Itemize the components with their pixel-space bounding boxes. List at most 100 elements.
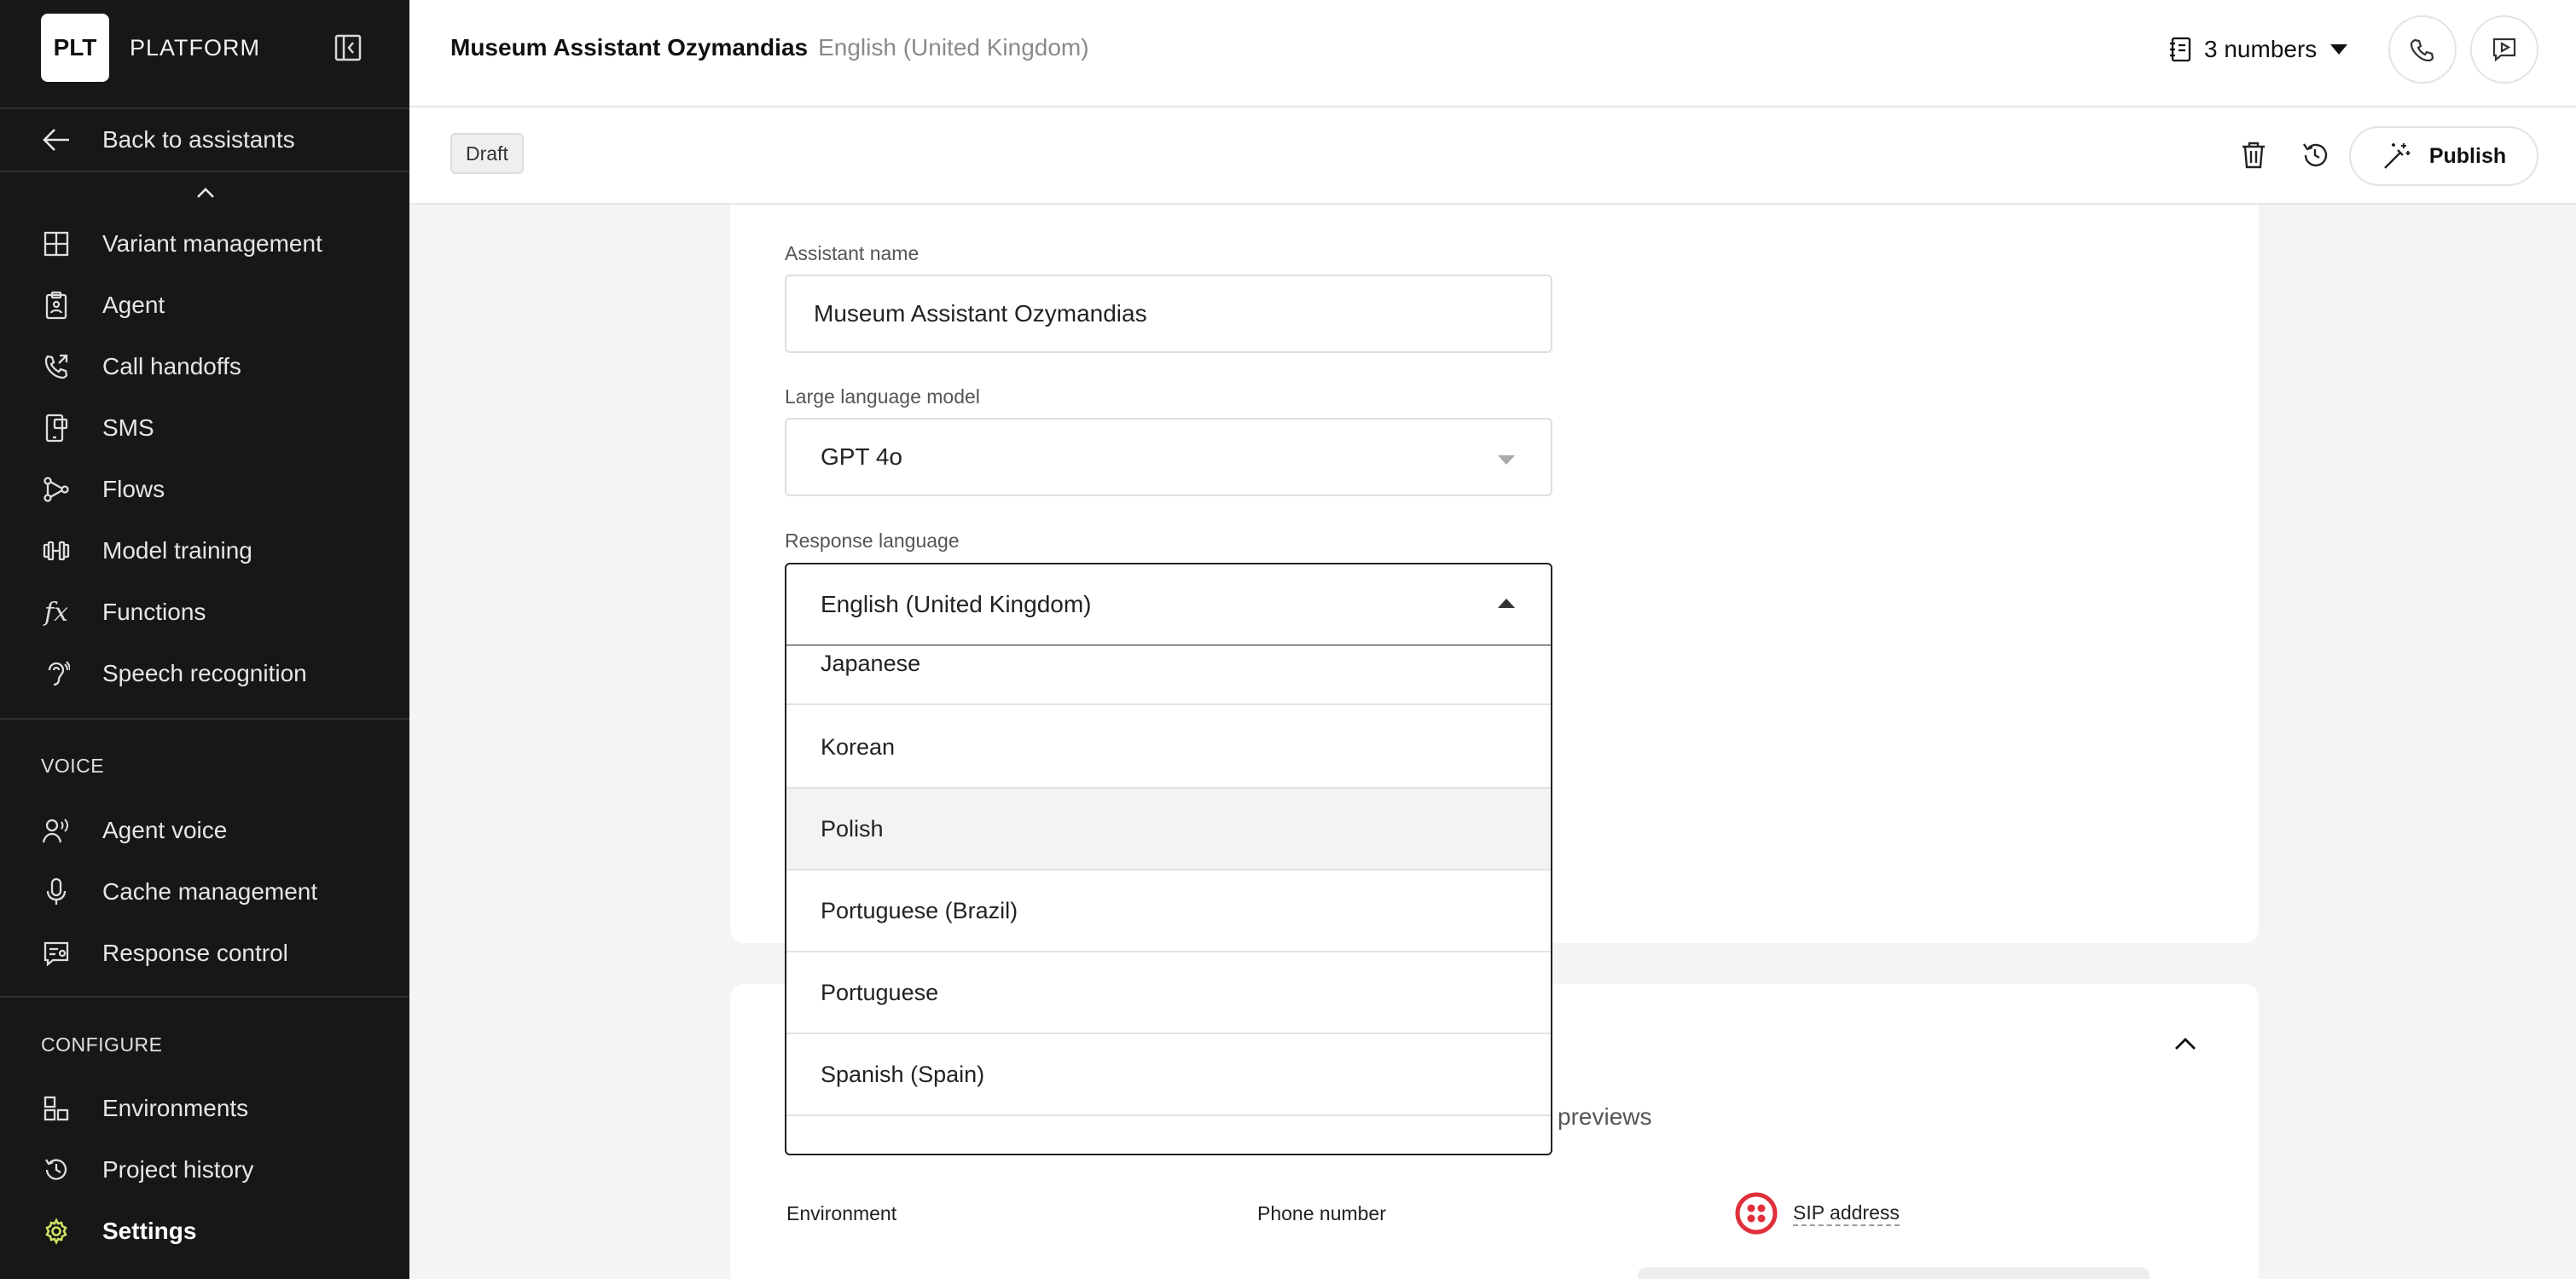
sidebar-item-settings[interactable]: Settings: [41, 1206, 196, 1257]
caret-up-icon: [1498, 599, 1515, 608]
sidebar-item-label: Functions: [102, 599, 206, 625]
divider: [0, 171, 409, 172]
sidebar-item-variant-management[interactable]: Variant management: [41, 218, 322, 269]
caret-down-icon: [1498, 455, 1515, 465]
history-icon: [41, 1155, 72, 1185]
sidebar-item-label: Cache management: [102, 878, 318, 905]
voice-user-icon: [41, 815, 72, 846]
environments-icon: [41, 1093, 72, 1124]
sidebar-item-label: Agent: [102, 292, 165, 318]
language-option[interactable]: Portuguese: [786, 952, 1551, 1034]
language-option[interactable]: Portuguese (Brazil): [786, 871, 1551, 952]
call-button[interactable]: [2388, 15, 2457, 84]
sidebar-item-flows[interactable]: Flows: [41, 464, 165, 515]
collapse-sidebar-icon[interactable]: [333, 32, 363, 63]
sidebar-item-agent-voice[interactable]: Agent voice: [41, 805, 227, 856]
sidebar-item-functions[interactable]: fx Functions: [41, 587, 206, 638]
delete-button[interactable]: [2237, 138, 2271, 172]
response-language-label: Response language: [785, 530, 960, 552]
phone-forward-icon: [41, 351, 72, 382]
assistant-name-input[interactable]: Museum Assistant Ozymandias: [785, 275, 1552, 353]
chevron-up-icon[interactable]: [193, 182, 218, 203]
chat-preview-button[interactable]: [2470, 15, 2538, 84]
sip-address-label[interactable]: SIP address: [1793, 1201, 1900, 1226]
back-to-assistants[interactable]: Back to assistants: [41, 114, 295, 165]
sms-icon: [41, 413, 72, 443]
trash-icon: [2241, 141, 2266, 170]
brand-name: PLATFORM: [130, 34, 261, 61]
divider: [0, 107, 409, 109]
sub-toolbar: Draft Publish: [409, 107, 2576, 205]
sidebar-item-response-control[interactable]: Response control: [41, 928, 288, 979]
phone-number-column-header: Phone number: [1257, 1202, 1386, 1224]
sidebar-item-label: Variant management: [102, 230, 322, 257]
assistant-language: English (United Kingdom): [818, 34, 1089, 61]
top-header: Museum Assistant Ozymandias English (Unit…: [409, 0, 2576, 107]
sidebar-item-label: Project history: [102, 1156, 254, 1183]
section-label-voice: VOICE: [41, 755, 105, 777]
version-history-button[interactable]: [2298, 138, 2332, 172]
chat-play-icon: [2492, 37, 2517, 62]
divider: [0, 718, 409, 720]
response-icon: [41, 938, 72, 969]
gear-icon: [41, 1216, 72, 1247]
sidebar-item-sms[interactable]: SMS: [41, 402, 154, 454]
publish-button[interactable]: Publish: [2349, 126, 2538, 186]
sidebar-item-environments[interactable]: Environments: [41, 1083, 248, 1134]
page-title: Museum Assistant Ozymandias English (Unit…: [450, 34, 1089, 61]
assistant-name-label: Assistant name: [785, 242, 920, 264]
response-language-value: English (United Kingdom): [821, 591, 1092, 617]
previews-text: previews: [1558, 1103, 1652, 1130]
sidebar-item-cache-management[interactable]: Cache management: [41, 866, 317, 917]
llm-label: Large language model: [785, 385, 980, 408]
sidebar-item-label: Environments: [102, 1095, 249, 1121]
assistant-title: Museum Assistant Ozymandias: [450, 34, 809, 61]
language-option-highlighted[interactable]: Polish: [786, 789, 1551, 871]
sidebar-item-project-history[interactable]: Project history: [41, 1144, 253, 1195]
sidebar-item-label: SMS: [102, 414, 154, 441]
numbers-dropdown[interactable]: 3 numbers: [2168, 31, 2348, 68]
language-option[interactable]: Korean: [786, 707, 1551, 789]
flow-icon: [41, 474, 72, 505]
sidebar-item-call-handoffs[interactable]: Call handoffs: [41, 341, 241, 392]
function-icon: fx: [44, 597, 69, 628]
section-label-configure: CONFIGURE: [41, 1033, 163, 1056]
clipboard-icon: [41, 290, 72, 321]
logo[interactable]: PLT: [41, 14, 109, 82]
sidebar: PLT PLATFORM Back to assistants Variant …: [0, 0, 409, 1279]
sidebar-item-label: Model training: [102, 537, 252, 564]
sidebar-item-label: Flows: [102, 476, 165, 502]
collapse-section-icon[interactable]: [2172, 1033, 2199, 1054]
twilio-icon: [1735, 1192, 1778, 1235]
sidebar-item-model-training[interactable]: Model training: [41, 525, 252, 576]
magic-wand-icon: [2382, 141, 2412, 171]
divider: [0, 996, 409, 998]
caret-down-icon: [2330, 44, 2348, 55]
history-icon: [2300, 141, 2329, 170]
language-option[interactable]: Spanish (Spain): [786, 1034, 1551, 1116]
publish-label: Publish: [2428, 143, 2507, 168]
brand: PLT PLATFORM: [41, 14, 260, 82]
grid-icon: [41, 229, 72, 259]
language-option[interactable]: Japanese: [786, 645, 1551, 705]
language-dropdown-list[interactable]: Japanese Korean Polish Portuguese (Brazi…: [785, 645, 1552, 1155]
numbers-label: 3 numbers: [2204, 36, 2318, 62]
dumbbell-icon: [41, 535, 72, 566]
ear-icon: [41, 658, 72, 689]
arrow-left-icon: [41, 124, 72, 155]
environment-column-header: Environment: [786, 1202, 897, 1224]
input-placeholder: [1638, 1267, 2150, 1279]
sidebar-item-agent[interactable]: Agent: [41, 280, 165, 331]
sidebar-item-speech-recognition[interactable]: Speech recognition: [41, 648, 307, 699]
sidebar-item-label: Settings: [102, 1218, 197, 1244]
back-label: Back to assistants: [102, 126, 295, 153]
phone-icon: [2411, 38, 2434, 61]
language-option-partial[interactable]: [786, 1116, 1551, 1154]
response-language-select[interactable]: English (United Kingdom): [785, 563, 1552, 646]
llm-select[interactable]: GPT 4o: [785, 418, 1552, 496]
sidebar-item-label: Agent voice: [102, 817, 228, 843]
sidebar-item-label: Speech recognition: [102, 660, 307, 686]
sidebar-item-label: Call handoffs: [102, 353, 241, 379]
microphone-icon: [41, 877, 72, 907]
sidebar-item-label: Response control: [102, 940, 288, 966]
